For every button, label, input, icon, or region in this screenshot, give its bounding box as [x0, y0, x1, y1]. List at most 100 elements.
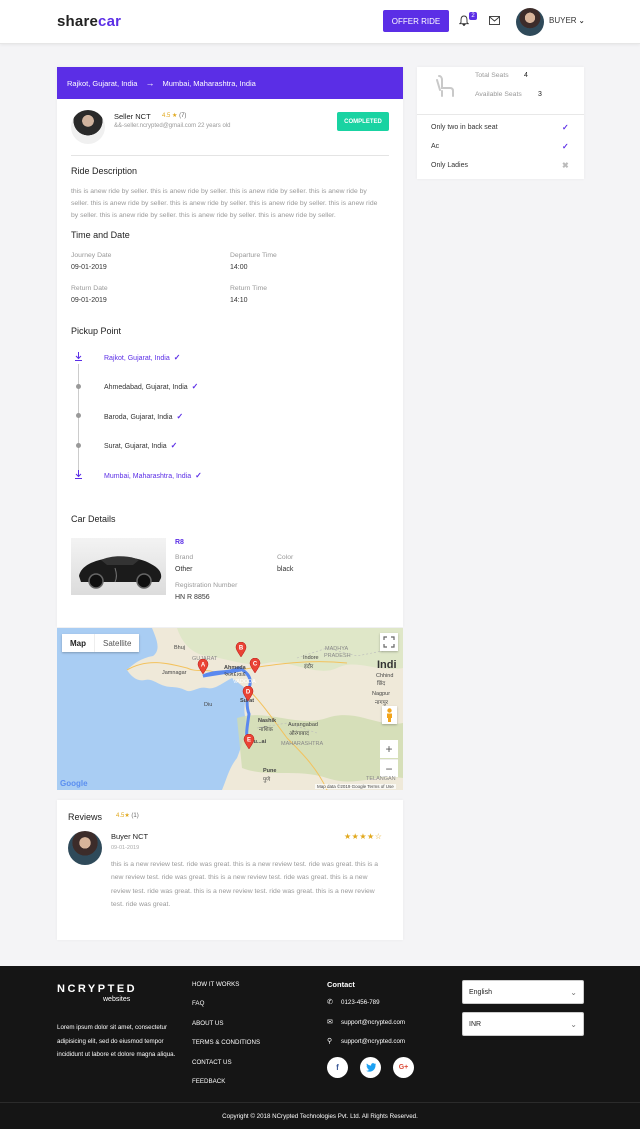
reviews-count: (1)	[131, 813, 139, 819]
footer-contact-title: Contact	[327, 980, 355, 989]
map-marker-b[interactable]: B	[235, 642, 247, 658]
seller-name[interactable]: Seller NCT	[114, 112, 151, 121]
brand-logo[interactable]: sharecar	[57, 13, 121, 30]
street-view-pegman-icon[interactable]	[382, 706, 397, 724]
map-tab-satellite[interactable]: Satellite	[94, 634, 139, 652]
car-color-label: Color	[277, 554, 294, 561]
divider	[417, 114, 584, 115]
google-plus-icon[interactable]: G+	[393, 1057, 414, 1078]
footer-link-feedback[interactable]: FEEDBACK	[192, 1078, 225, 1085]
reviewer-name[interactable]: Buyer NCT	[111, 832, 148, 841]
seat-icon	[436, 75, 454, 97]
star-icon: ★	[124, 813, 130, 819]
zoom-out-button[interactable]: −	[380, 759, 398, 777]
footer-email-secondary[interactable]: support@ncrypted.com	[341, 1038, 405, 1045]
user-avatar[interactable]	[516, 8, 544, 36]
feature-label: Only two in back seat	[431, 124, 498, 131]
footer-phone[interactable]: 0123-456-789	[341, 999, 380, 1006]
logo-text-share: share	[57, 13, 99, 30]
currency-select-value: INR	[469, 1020, 482, 1028]
map-type-toggle: Map Satellite	[62, 634, 140, 652]
twitter-glyph	[365, 1063, 376, 1072]
departure-time-value: 14:00	[230, 264, 248, 271]
footer-email[interactable]: support@ncrypted.com	[341, 1019, 405, 1026]
footer-link-faq[interactable]: FAQ	[192, 1000, 204, 1007]
seller-avatar[interactable]	[71, 110, 105, 144]
pickup-dot	[76, 443, 81, 448]
car-image	[71, 538, 166, 595]
marker-letter: C	[253, 662, 258, 668]
map-label-indore-local: इंदौर	[304, 664, 314, 670]
fullscreen-icon[interactable]	[380, 633, 398, 651]
seller-rating-count: (7)	[179, 113, 187, 119]
bell-icon[interactable]	[459, 15, 469, 26]
pickup-point-item: Surat, Gujarat, India ✓	[104, 441, 177, 450]
notification-badge: 2	[469, 12, 477, 20]
map-label-telangana: TELANGAN	[366, 776, 396, 782]
review-text: this is a new review test. ride was grea…	[111, 861, 379, 908]
divider	[71, 155, 389, 156]
pickup-point-item: Ahmedabad, Gujarat, India ✓	[104, 382, 198, 391]
offer-ride-button[interactable]: OFFER RIDE	[383, 10, 449, 32]
map-attribution[interactable]: Map data ©2019 Google Terms of Use	[315, 784, 396, 789]
currency-select[interactable]: INR ⌄	[462, 1012, 584, 1036]
status-badge: COMPLETED	[337, 112, 389, 131]
check-icon: ✓	[191, 382, 199, 391]
map-label-pune-local: पुणे	[263, 777, 271, 783]
footer-logo[interactable]: NCRYPTED	[57, 983, 137, 995]
footer-link-how-it-works[interactable]: HOW IT WORKS	[192, 981, 239, 988]
map-label-diu: Diu	[204, 702, 213, 708]
reviewer-avatar[interactable]	[68, 831, 102, 865]
feature-label: Ac	[431, 143, 440, 150]
pickup-dot	[76, 384, 81, 389]
fullscreen-glyph	[383, 636, 395, 648]
feature-label: Only Ladies	[431, 162, 468, 169]
marker-letter: B	[239, 646, 244, 652]
end-pin-icon	[75, 470, 82, 479]
map-marker-e[interactable]: E	[243, 734, 255, 750]
map-label-madhya: MADHYA	[325, 646, 349, 652]
route-map[interactable]	[57, 628, 403, 790]
pickup-dot	[76, 413, 81, 418]
mail-icon[interactable]	[489, 16, 500, 25]
language-select[interactable]: English ⌄	[462, 980, 584, 1004]
departure-time-label: Departure Time	[230, 252, 277, 259]
car-brand-value: Other	[175, 566, 193, 573]
footer-link-about-us[interactable]: ABOUT US	[192, 1020, 224, 1027]
map-label-ahmedabad-local: અમદાવાદ	[224, 672, 246, 678]
available-seats-value: 3	[538, 91, 542, 98]
seller-rating-value: 4.5	[162, 113, 171, 119]
car-color-value: black	[277, 566, 294, 573]
chevron-down-icon: ⌄	[570, 987, 577, 997]
map-marker-a[interactable]: A	[197, 659, 209, 675]
map-label-ahmedabad: Ahmeda	[224, 665, 246, 671]
total-seats-value: 4	[524, 72, 528, 79]
map-label-pradesh: PRADESH	[324, 653, 351, 659]
facebook-icon[interactable]: f	[327, 1057, 348, 1078]
footer-logo-sub: websites	[103, 996, 131, 1003]
check-icon: ✓	[173, 353, 181, 362]
car-reg-label: Registration Number	[175, 582, 238, 589]
footer-link-contact-us[interactable]: CONTACT US	[192, 1059, 232, 1066]
car-reg-value: HN R 8856	[175, 594, 210, 601]
zoom-in-button[interactable]: +	[380, 740, 398, 758]
map-tab-map[interactable]: Map	[62, 634, 94, 652]
twitter-icon[interactable]	[360, 1057, 381, 1078]
map-canvas	[126, 628, 403, 790]
map-label-nashik-local: नाशिक	[259, 727, 273, 733]
pegman-glyph	[387, 708, 392, 722]
check-icon: ✓	[562, 123, 569, 132]
pickup-point-label: Ahmedabad, Gujarat, India	[104, 384, 188, 391]
map-label-pune: Pune	[263, 768, 277, 774]
map-marker-c[interactable]: C	[249, 658, 261, 674]
map-label-chhind-local: छिंद	[377, 681, 386, 687]
journey-date-label: Journey Date	[71, 252, 112, 259]
footer-link-terms[interactable]: TERMS & CONDITIONS	[192, 1039, 260, 1046]
map-marker-d[interactable]: D	[242, 686, 254, 702]
map-label-bhuj: Bhuj	[174, 645, 186, 651]
user-menu[interactable]: BUYER ⌄	[549, 16, 585, 25]
total-seats-label: Total Seats	[475, 72, 509, 79]
chevron-down-icon: ⌄	[570, 1019, 577, 1029]
google-logo: Google	[60, 779, 88, 788]
review-stars: ★★★★☆	[344, 832, 383, 841]
